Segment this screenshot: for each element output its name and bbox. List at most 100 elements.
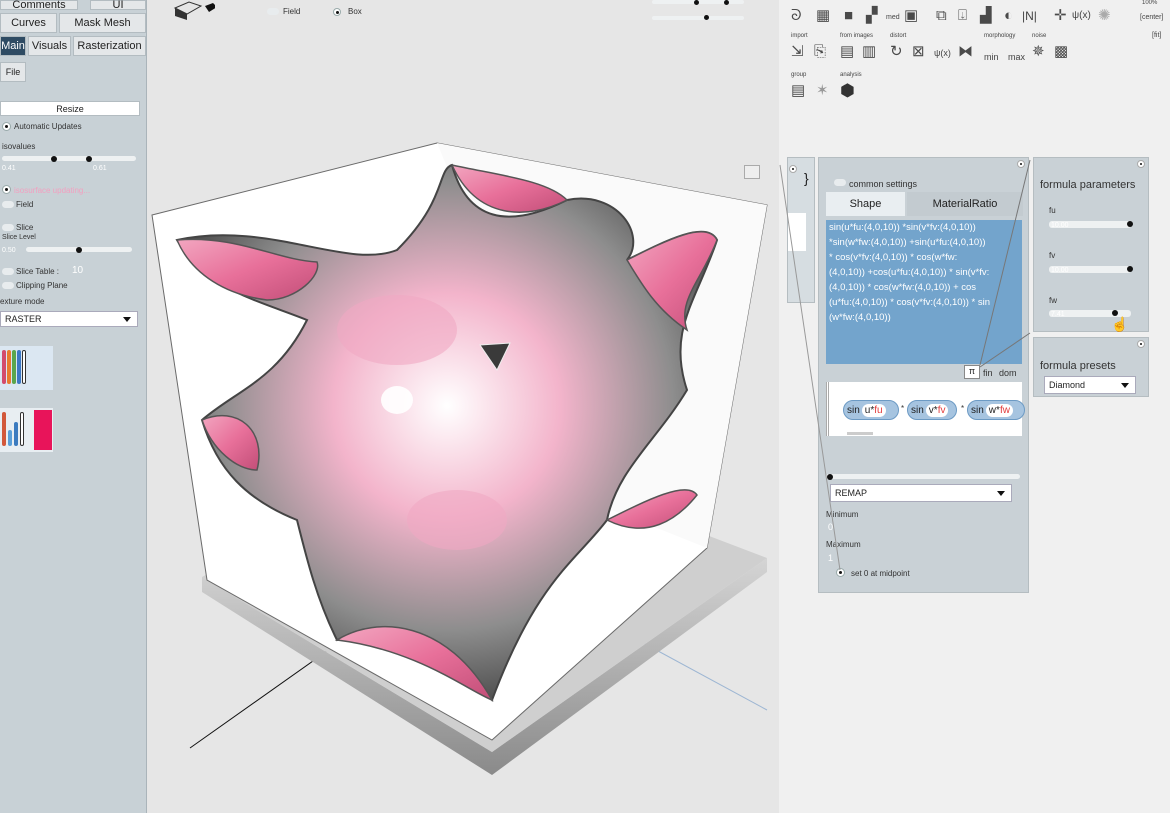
tab-mask-mesh[interactable]: Mask Mesh	[59, 13, 146, 33]
group-distort-label: distort	[890, 33, 907, 39]
isovalues-label: isovalues	[2, 142, 36, 151]
connector-line	[979, 159, 1031, 366]
updating-radio[interactable]	[2, 185, 11, 194]
import-icon[interactable]: ⇲	[791, 44, 804, 59]
clipping-plane-toggle[interactable]	[2, 282, 14, 289]
twist-icon[interactable]: ↻	[890, 44, 903, 59]
chevron-down-icon	[1121, 383, 1129, 388]
box-radio[interactable]	[333, 8, 341, 16]
histogram-icon[interactable]: ▟	[980, 8, 992, 23]
parameters-card-dot[interactable]	[1137, 160, 1145, 168]
updating-status: isosurface updating...	[14, 186, 91, 195]
group-import-label: import	[791, 33, 808, 39]
group-noise-label: noise	[1032, 33, 1047, 39]
psi-distort-icon[interactable]: ψ(x)	[934, 48, 951, 58]
viewport-field-label: Field	[283, 7, 301, 16]
contrast-icon[interactable]: ◐	[1004, 8, 1013, 23]
field-label: Field	[16, 200, 34, 209]
field-toggle[interactable]	[2, 201, 14, 208]
min-icon[interactable]: min	[984, 52, 999, 62]
viewport-3d[interactable]: Field Box	[147, 0, 779, 813]
field-toggle-top[interactable]	[267, 8, 279, 15]
warp-icon[interactable]: ⊠	[912, 44, 925, 59]
swatch-block	[34, 410, 52, 450]
max-icon[interactable]: max	[1008, 52, 1025, 62]
param-fv-value: 10.00	[1051, 267, 1069, 274]
noise-pattern-icon[interactable]: ▩	[1054, 44, 1068, 59]
isovalue-high-handle[interactable]	[86, 156, 92, 162]
hexagon-icon[interactable]: ⬢	[840, 82, 855, 99]
zoom-percent: 100%	[1142, 0, 1158, 6]
param-fw-value: 7.41	[1051, 311, 1065, 318]
swatch-bar	[2, 412, 6, 446]
median-icon[interactable]: ▞	[866, 8, 878, 23]
file-button[interactable]: File	[0, 62, 26, 82]
swirl-icon[interactable]: ✺	[1098, 8, 1111, 23]
crosshair-icon[interactable]: ✛	[1054, 8, 1067, 23]
view-cube-icon[interactable]	[171, 0, 217, 20]
curve-icon[interactable]: ᘐ	[791, 8, 802, 23]
gyroid-cube-render	[151, 142, 768, 775]
node-port[interactable]	[744, 165, 760, 179]
slice-table-toggle[interactable]	[2, 268, 14, 275]
surface-highlight	[337, 295, 457, 365]
colormap-swatch-1[interactable]	[0, 346, 53, 390]
tab-main[interactable]: Main	[0, 36, 26, 56]
swatch-bar	[2, 350, 6, 384]
slice-toggle[interactable]	[2, 224, 14, 231]
tab-ui[interactable]: UI	[90, 0, 146, 11]
center-label[interactable]: [center]	[1140, 14, 1163, 21]
group-icon[interactable]: ▤	[791, 83, 805, 98]
texture-mode-label: exture mode	[0, 297, 45, 306]
group-from-images-label: from images	[840, 33, 874, 39]
fill-square-icon[interactable]: ■	[844, 8, 853, 23]
split-icon[interactable]: ⧉	[936, 8, 947, 23]
param-fu-handle[interactable]	[1127, 221, 1133, 227]
swatch-bar	[14, 422, 18, 446]
slice-level-label: Slice Level	[2, 234, 36, 241]
frame-icon[interactable]: ▣	[904, 8, 918, 23]
image-stack-icon[interactable]: ▤	[840, 44, 854, 59]
swatch-bar	[8, 430, 12, 446]
chevron-down-icon	[123, 317, 131, 322]
swatch-bar	[17, 350, 21, 384]
psi-icon[interactable]: ψ(x)	[1072, 10, 1091, 21]
slice-level-handle[interactable]	[76, 247, 82, 253]
connector-line	[779, 164, 841, 571]
presets-card: formula presets Diamond	[1033, 337, 1149, 397]
viewport-slider-1-handle-b[interactable]	[724, 0, 729, 5]
abs-icon[interactable]: |N|	[1022, 9, 1037, 23]
connector-line	[979, 332, 1031, 368]
resize-button[interactable]: Resize	[0, 101, 140, 116]
isovalues-slider[interactable]	[2, 156, 136, 161]
surface-highlight	[381, 386, 413, 414]
presets-select[interactable]: Diamond	[1044, 376, 1136, 394]
viewport-slider-2[interactable]	[652, 16, 744, 20]
tab-curves[interactable]: Curves	[0, 13, 57, 33]
automatic-updates-radio[interactable]	[2, 122, 11, 131]
param-fv-handle[interactable]	[1127, 266, 1133, 272]
tab-visuals[interactable]: Visuals	[28, 36, 71, 56]
mirror-icon[interactable]: ⧓	[958, 44, 973, 59]
import-file-icon[interactable]: ⎘	[814, 44, 826, 59]
isovalue-low-handle[interactable]	[51, 156, 57, 162]
isovalue-high-value: 0.61	[93, 165, 107, 172]
colormap-swatch-2[interactable]	[0, 408, 53, 452]
tab-rasterization[interactable]: Rasterization	[73, 36, 146, 56]
swatch-bar	[7, 350, 11, 384]
image-layers-icon[interactable]: ▥	[862, 44, 876, 59]
grid-icon[interactable]: ▦	[816, 8, 830, 23]
viewport-slider-1-handle[interactable]	[694, 0, 699, 5]
fit-label[interactable]: [fit]	[1152, 32, 1161, 39]
slice-table-label: Slice Table :	[16, 267, 59, 276]
viewport-slider-2-handle[interactable]	[704, 15, 709, 20]
median-label: med	[886, 14, 900, 21]
presets-card-dot[interactable]	[1137, 340, 1145, 348]
export-icon[interactable]: ⍗	[958, 8, 967, 23]
texture-mode-select[interactable]: RASTER	[0, 311, 138, 327]
noise-icon[interactable]: ✵	[1032, 44, 1045, 59]
spark-icon[interactable]: ✶	[816, 83, 829, 98]
tab-comments[interactable]: Comments	[0, 0, 78, 11]
group-morphology-label: morphology	[984, 33, 1016, 39]
left-panel: Comments UI Curves Mask Mesh Main Visual…	[0, 0, 147, 813]
